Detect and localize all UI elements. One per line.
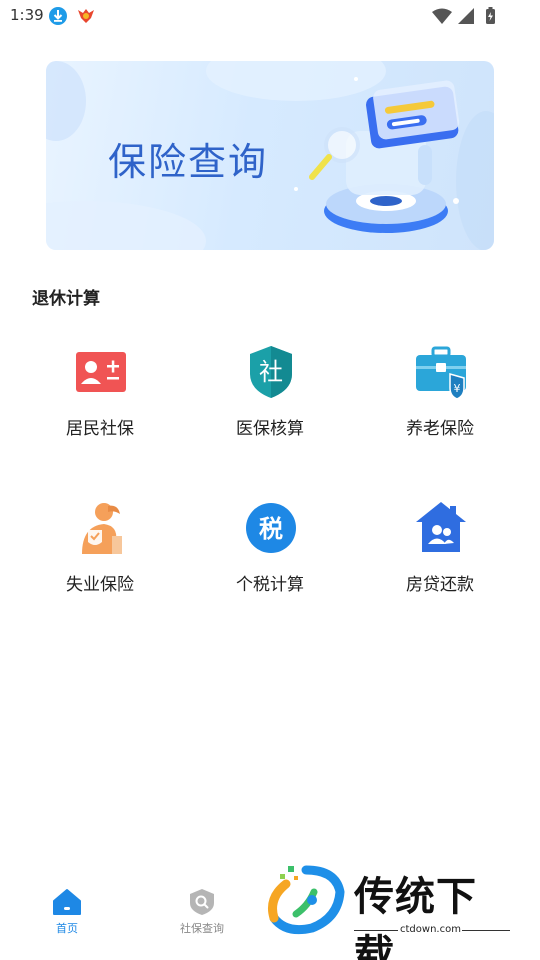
banner-title: 保险查询 <box>108 140 269 184</box>
grid-label: 个税计算 <box>236 575 304 595</box>
nav-item-social-security-query[interactable]: 社保查询 <box>157 884 247 944</box>
shield-she-icon: 社 <box>250 346 292 398</box>
status-time: 1:39 <box>10 6 44 24</box>
grid-item-resident-social-security[interactable]: 居民社保 <box>15 330 185 450</box>
nav-label-home: 首页 <box>56 922 78 935</box>
signal-battery-icons <box>432 7 495 24</box>
tax-circle-icon: 税 <box>246 503 296 553</box>
watermark-url: ctdown.com <box>400 924 461 935</box>
shield-glyph: 社 <box>259 358 283 386</box>
elderly-person-icon <box>82 503 122 554</box>
briefcase-yuan-icon: ¥ <box>416 346 466 400</box>
watermark-text: 传统下载 <box>354 874 477 960</box>
section-title: 退休计算 <box>32 289 100 309</box>
app-notification-icon <box>78 9 94 23</box>
watermark-divider-left <box>354 930 398 931</box>
house-people-icon <box>416 502 466 552</box>
grid-label: 养老保险 <box>406 419 474 439</box>
nav-label-social-security-query: 社保查询 <box>180 922 224 935</box>
tax-glyph: 税 <box>259 515 283 543</box>
status-bar: 1:39 <box>0 0 540 32</box>
grid-label: 失业保险 <box>66 575 134 595</box>
resident-id-card-icon <box>76 352 126 392</box>
grid-label: 医保核算 <box>236 419 304 439</box>
grid-label: 居民社保 <box>66 419 134 439</box>
grid-label: 房贷还款 <box>406 575 474 595</box>
grid-item-mortgage-repayment[interactable]: 房贷还款 <box>355 486 525 606</box>
insurance-query-banner[interactable]: 保险查询 <box>46 61 494 250</box>
watermark-logo-icon <box>268 865 345 935</box>
home-icon <box>53 889 81 915</box>
nav-item-home[interactable]: 首页 <box>22 884 112 944</box>
svg-text:¥: ¥ <box>454 382 461 395</box>
grid-item-medical-insurance[interactable]: 社 医保核算 <box>185 330 355 450</box>
search-shield-icon <box>190 889 214 915</box>
download-notification-icon <box>49 7 67 25</box>
grid-item-pension-insurance[interactable]: ¥ 养老保险 <box>355 330 525 450</box>
watermark: 传统下载 ctdown.com <box>266 858 516 960</box>
watermark-divider-right <box>462 930 510 931</box>
grid-item-income-tax[interactable]: 税 个税计算 <box>185 486 355 606</box>
grid-item-unemployment-insurance[interactable]: 失业保险 <box>15 486 185 606</box>
